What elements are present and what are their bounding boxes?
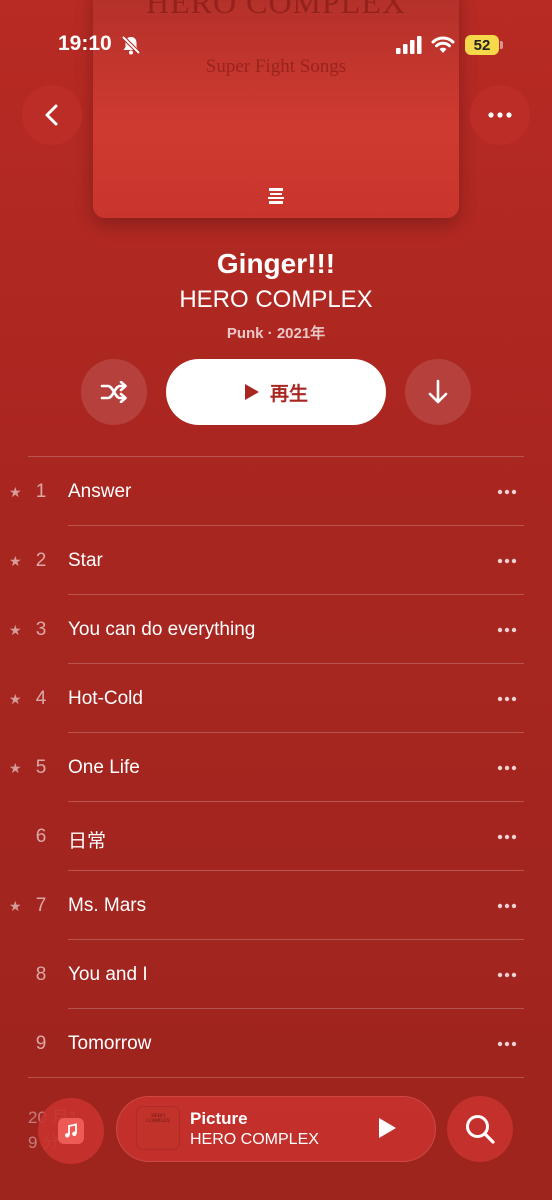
- track-number: 3: [35, 619, 47, 640]
- track-list: ★ 1 Answer ★ 2 Star ★ 3 You can do every…: [0, 457, 552, 1078]
- play-button[interactable]: 再生: [166, 359, 386, 425]
- favorite-star-icon: ★: [9, 691, 22, 707]
- chevron-left-icon: [45, 104, 58, 126]
- track-number: 7: [35, 895, 47, 916]
- track-title: You can do everything: [68, 619, 256, 640]
- album-title: Ginger!!!: [216, 248, 336, 279]
- track-more-icon[interactable]: [493, 689, 523, 709]
- track-number: 6: [35, 826, 47, 847]
- mini-player[interactable]: HERO COMPLEX Picture HERO COMPLEX: [116, 1096, 436, 1162]
- track-more-icon[interactable]: [493, 965, 523, 985]
- track-number: 9: [35, 1033, 47, 1054]
- cellular-signal-icon: [396, 36, 422, 54]
- battery-indicator: 52: [465, 35, 499, 55]
- track-number: 8: [35, 964, 47, 985]
- back-button[interactable]: [22, 85, 82, 145]
- track-row[interactable]: ★ 3 You can do everything: [0, 595, 552, 664]
- track-row[interactable]: 8 You and I: [0, 940, 552, 1009]
- shuffle-icon: [100, 381, 127, 403]
- status-time: 19:10: [58, 32, 112, 55]
- silent-bell-icon: [120, 34, 142, 56]
- wifi-icon: [431, 34, 455, 54]
- mini-art-text: HERO COMPLEX: [146, 1114, 170, 1124]
- arrow-down-icon: [428, 379, 448, 404]
- track-row[interactable]: ★ 4 Hot-Cold: [0, 664, 552, 733]
- favorite-star-icon: ★: [9, 760, 22, 776]
- ellipsis-icon: [488, 112, 512, 118]
- track-more-icon[interactable]: [493, 551, 523, 571]
- track-title: Star: [68, 550, 103, 571]
- shuffle-button[interactable]: [81, 359, 147, 425]
- music-note-icon: [58, 1118, 84, 1144]
- track-title: Hot-Cold: [68, 688, 143, 709]
- now-playing-title: Picture: [190, 1109, 248, 1128]
- more-options-button[interactable]: [470, 85, 530, 145]
- album-art-logo: [267, 186, 285, 206]
- track-number: 4: [35, 688, 47, 709]
- album-art-title: HERO COMPLEX: [145, 0, 406, 20]
- track-row[interactable]: ★ 2 Star: [0, 526, 552, 595]
- track-title: One Life: [68, 757, 140, 778]
- track-more-icon[interactable]: [493, 482, 523, 502]
- track-title: You and I: [68, 964, 148, 985]
- favorite-star-icon: ★: [9, 553, 22, 569]
- mini-play-icon[interactable]: [375, 1116, 399, 1140]
- album-artwork: HERO COMPLEX Super Fight Songs: [93, 0, 459, 218]
- track-row[interactable]: 9 Tomorrow: [0, 1009, 552, 1078]
- album-art-subtitle: Super Fight Songs: [205, 56, 347, 77]
- track-title: 日常: [68, 831, 107, 852]
- track-more-icon[interactable]: [493, 827, 523, 847]
- play-icon: [244, 384, 259, 400]
- track-row[interactable]: ★ 5 One Life: [0, 733, 552, 802]
- track-title: Ms. Mars: [68, 895, 147, 916]
- track-title: Answer: [68, 481, 132, 502]
- track-number: 1: [35, 481, 47, 502]
- now-playing-artist: HERO COMPLEX: [190, 1131, 319, 1148]
- download-button[interactable]: [405, 359, 471, 425]
- search-button[interactable]: [447, 1096, 513, 1162]
- track-row[interactable]: ★ 1 Answer: [0, 457, 552, 526]
- track-more-icon[interactable]: [493, 1034, 523, 1054]
- track-more-icon[interactable]: [493, 620, 523, 640]
- track-number: 2: [35, 550, 47, 571]
- favorite-star-icon: ★: [9, 898, 22, 914]
- play-button-label: 再生: [269, 383, 308, 405]
- mini-player-artwork: HERO COMPLEX: [137, 1107, 179, 1149]
- favorite-star-icon: ★: [9, 622, 22, 638]
- album-genre-year: Punk · 2021年: [226, 325, 326, 342]
- search-icon: [466, 1115, 495, 1144]
- battery-tip: [500, 41, 503, 49]
- track-number: 5: [35, 757, 47, 778]
- track-more-icon[interactable]: [493, 896, 523, 916]
- library-tab-button[interactable]: [38, 1098, 104, 1164]
- track-row[interactable]: 6 日常: [0, 802, 552, 871]
- row-divider: [28, 1077, 524, 1078]
- track-more-icon[interactable]: [493, 758, 523, 778]
- track-title: Tomorrow: [68, 1033, 152, 1054]
- album-artist-link[interactable]: HERO COMPLEX: [0, 286, 552, 314]
- favorite-star-icon: ★: [9, 484, 22, 500]
- track-row[interactable]: ★ 7 Ms. Mars: [0, 871, 552, 940]
